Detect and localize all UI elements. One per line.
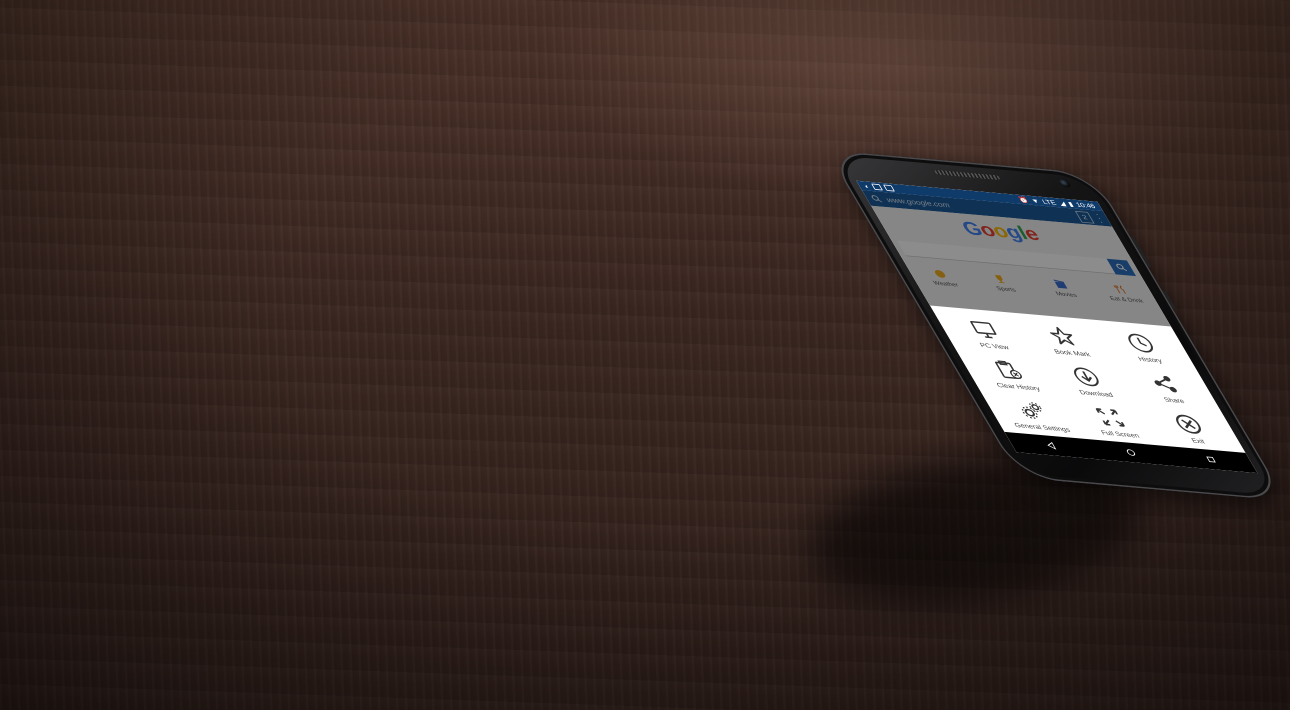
menu-item-label: PC View (978, 341, 1011, 352)
home-circle-icon (1126, 449, 1136, 456)
earpiece (933, 169, 1001, 180)
menu-item-label: Download (1077, 388, 1115, 399)
phone-screen: ◐ ⏰ ▼ LTE ◢ ▮ 10:46 www.google.com 2 · ·… (856, 180, 1258, 474)
fullscreen-icon (1095, 408, 1125, 427)
clock-icon (1127, 333, 1153, 353)
share-icon (1154, 375, 1177, 393)
menu-item-label: Full Screen (1099, 429, 1141, 440)
gallery-icon (870, 183, 883, 191)
download-icon (1074, 367, 1099, 387)
menu-item-label: Book Mark (1052, 348, 1092, 359)
battery-icon: ▮ (1066, 200, 1075, 208)
wifi-icon: ▼ (1029, 196, 1041, 205)
recents-square-icon (1206, 456, 1217, 463)
menu-item-label: Clear History (995, 381, 1042, 393)
signal-icon: ◢ (1057, 199, 1067, 207)
gears-icon (1022, 402, 1042, 419)
clipboard-clear-icon (995, 360, 1023, 380)
menu-item-label: History (1136, 355, 1164, 365)
home-button[interactable] (1117, 444, 1145, 461)
back-triangle-icon (1047, 441, 1057, 450)
power-button (1161, 290, 1177, 310)
network-type: LTE (1040, 197, 1058, 207)
menu-item-label: Exit (1189, 436, 1207, 446)
phone-device: ◐ ⏰ ▼ LTE ◢ ▮ 10:46 www.google.com 2 · ·… (826, 150, 1286, 501)
phone-scene: ◐ ⏰ ▼ LTE ◢ ▮ 10:46 www.google.com 2 · ·… (0, 0, 1290, 710)
back-button[interactable] (1037, 437, 1065, 454)
menu-item-label: General Settings (1012, 421, 1072, 434)
notification-icon: ◐ (862, 182, 872, 190)
menu-item-label: Share (1162, 396, 1187, 405)
alarm-icon: ⏰ (1016, 195, 1030, 204)
browser-menu-panel: PC View Book Mark History Clear History … (929, 305, 1246, 453)
front-camera (1057, 179, 1072, 188)
star-icon (1049, 326, 1075, 346)
recents-button[interactable] (1198, 451, 1226, 468)
monitor-icon (970, 321, 997, 339)
exit-icon (1175, 414, 1201, 434)
download-notification-icon (882, 184, 895, 192)
